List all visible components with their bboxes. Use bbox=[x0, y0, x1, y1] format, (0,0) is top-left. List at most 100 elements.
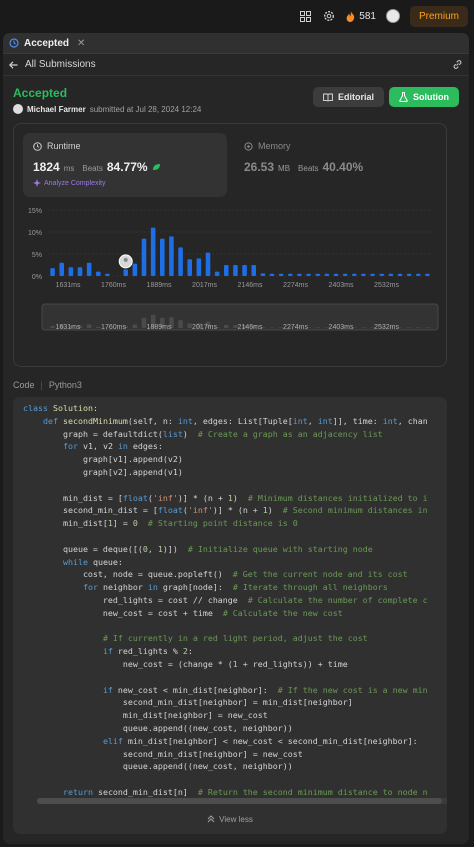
histogram-bar bbox=[379, 273, 384, 276]
arrow-left-icon bbox=[9, 60, 18, 69]
link-icon[interactable] bbox=[452, 59, 463, 70]
mini-bar bbox=[269, 327, 275, 328]
x-tick-label: 2403ms bbox=[329, 282, 354, 289]
back-label: All Submissions bbox=[25, 59, 96, 70]
range-tick-label: 2403ms bbox=[329, 324, 354, 331]
memory-value: 26.53 bbox=[244, 160, 275, 174]
analyze-label: Analyze Complexity bbox=[44, 179, 106, 187]
code-content: class Solution: def secondMinimum(self, … bbox=[23, 403, 428, 797]
streak-count: 581 bbox=[359, 10, 376, 22]
chevrons-up-icon bbox=[207, 815, 215, 823]
solution-button[interactable]: Solution bbox=[389, 87, 459, 107]
histogram-bar bbox=[297, 273, 302, 276]
marker-avatar-head bbox=[123, 257, 128, 262]
histogram-bar bbox=[251, 265, 256, 276]
runtime-beats-pct: 84.77% bbox=[106, 160, 148, 174]
histogram-bar bbox=[269, 273, 275, 276]
code-label: Code bbox=[13, 380, 35, 390]
submitted-time: submitted at Jul 28, 2024 12:24 bbox=[89, 104, 202, 114]
histogram-bar bbox=[224, 265, 229, 276]
code-block[interactable]: class Solution: def secondMinimum(self, … bbox=[13, 397, 447, 834]
histogram-bar bbox=[333, 273, 339, 276]
histogram-bar bbox=[214, 271, 220, 276]
code-language: Python3 bbox=[48, 380, 82, 390]
histogram-bar bbox=[169, 236, 174, 276]
runtime-values: 1824 ms Beats 84.77% bbox=[33, 160, 217, 174]
clock-icon bbox=[33, 141, 42, 151]
book-icon bbox=[323, 93, 333, 101]
leaf-icon bbox=[152, 164, 160, 170]
user-name[interactable]: Michael Farmer bbox=[27, 105, 86, 114]
memory-box[interactable]: Memory 26.53 MB Beats 40.40% bbox=[244, 133, 434, 197]
histogram-bar bbox=[50, 268, 55, 276]
performance-card: Runtime 1824 ms Beats 84.77% Analyze Com… bbox=[13, 123, 447, 367]
memory-unit: MB bbox=[278, 164, 291, 173]
tab-bar: Accepted ✕ bbox=[3, 33, 469, 54]
history-icon bbox=[9, 38, 19, 48]
mini-bar bbox=[224, 325, 229, 328]
y-tick-label: 10% bbox=[28, 230, 42, 237]
horizontal-scrollbar[interactable] bbox=[37, 798, 447, 804]
flask-icon bbox=[399, 92, 408, 102]
mini-bar bbox=[50, 325, 55, 328]
view-less-label: View less bbox=[219, 815, 253, 824]
editorial-label: Editorial bbox=[337, 92, 374, 102]
tab-label: Accepted bbox=[24, 37, 70, 49]
mini-bar bbox=[96, 326, 101, 328]
runtime-title: Runtime bbox=[33, 141, 217, 151]
gear-icon[interactable] bbox=[322, 9, 336, 23]
histogram-bar bbox=[178, 247, 183, 276]
mini-bar bbox=[361, 327, 366, 328]
range-tick-label: 2274ms bbox=[283, 324, 308, 331]
histogram-bar bbox=[406, 273, 412, 276]
histogram-bar bbox=[342, 273, 348, 276]
y-tick-label: 15% bbox=[28, 208, 42, 215]
mini-bar bbox=[178, 320, 183, 328]
user-avatar-small[interactable] bbox=[13, 104, 23, 114]
back-to-submissions[interactable]: All Submissions bbox=[9, 59, 96, 70]
premium-button[interactable]: Premium bbox=[409, 5, 468, 27]
mini-bar bbox=[406, 327, 412, 328]
histogram-bar bbox=[397, 273, 403, 276]
histogram-bar bbox=[68, 267, 74, 276]
fire-icon bbox=[346, 10, 355, 22]
histogram-bar bbox=[150, 227, 156, 276]
scrollbar-thumb[interactable] bbox=[37, 798, 442, 804]
histogram-bar bbox=[233, 265, 238, 276]
memory-values: 26.53 MB Beats 40.40% bbox=[244, 160, 434, 174]
range-tick-label: 2532ms bbox=[374, 324, 399, 331]
view-less-button[interactable]: View less bbox=[13, 815, 447, 824]
histogram-bar bbox=[132, 263, 138, 276]
x-tick-label: 2017ms bbox=[192, 282, 217, 289]
histogram-bar bbox=[388, 273, 394, 276]
top-bar: 581 Premium bbox=[0, 0, 474, 32]
close-icon[interactable]: ✕ bbox=[77, 38, 85, 49]
runtime-distribution-chart[interactable]: 15% 10% 5% 0% 1631ms 1760ms 1889ms 2017ms 2146ms… bbox=[14, 202, 448, 367]
runtime-box[interactable]: Runtime 1824 ms Beats 84.77% Analyze Com… bbox=[23, 133, 227, 197]
histogram-bar bbox=[260, 273, 266, 276]
memory-title: Memory bbox=[244, 141, 434, 151]
streak-counter[interactable]: 581 bbox=[346, 10, 376, 22]
x-tick-label: 1631ms bbox=[56, 282, 81, 289]
memory-beats-label: Beats bbox=[298, 164, 319, 173]
x-tick-label: 1760ms bbox=[101, 282, 126, 289]
runtime-unit: ms bbox=[63, 164, 75, 173]
x-tick-label: 2274ms bbox=[283, 282, 308, 289]
analyze-complexity-link[interactable]: Analyze Complexity bbox=[33, 179, 217, 187]
memory-beats-pct: 40.40% bbox=[322, 160, 364, 174]
memory-label: Memory bbox=[258, 141, 291, 151]
submission-panel: Accepted ✕ All Submissions Accepted Mich… bbox=[3, 33, 469, 844]
code-header-divider: | bbox=[40, 380, 43, 390]
runtime-beats-label: Beats bbox=[82, 164, 103, 173]
grid-icon[interactable] bbox=[298, 9, 312, 23]
histogram-bar bbox=[196, 258, 202, 276]
action-buttons: Editorial Solution bbox=[312, 87, 459, 107]
mini-bar bbox=[416, 327, 421, 328]
range-tick-label: 1760ms bbox=[101, 324, 126, 331]
histogram-bar bbox=[242, 265, 247, 276]
y-tick-label: 5% bbox=[32, 252, 42, 259]
tab-accepted[interactable]: Accepted ✕ bbox=[9, 38, 85, 49]
editorial-button[interactable]: Editorial bbox=[312, 87, 384, 107]
user-avatar[interactable] bbox=[385, 9, 400, 23]
mini-bar bbox=[132, 324, 138, 328]
